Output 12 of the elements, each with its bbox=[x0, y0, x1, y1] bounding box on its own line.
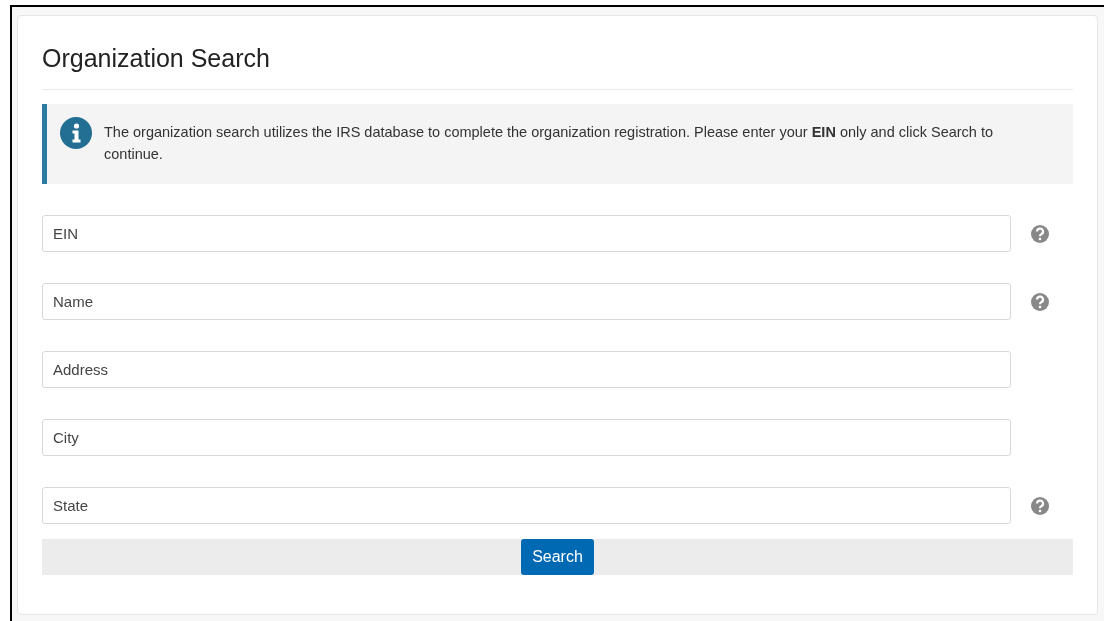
input-field[interactable]: Name bbox=[42, 283, 1011, 320]
page-title: Organization Search bbox=[42, 44, 1073, 90]
input-field[interactable]: State bbox=[42, 487, 1011, 524]
input-field[interactable]: EIN bbox=[42, 215, 1011, 252]
search-button[interactable]: Search bbox=[521, 539, 594, 575]
help-icon[interactable] bbox=[1030, 223, 1050, 244]
help-icon[interactable] bbox=[1030, 291, 1050, 312]
input-field[interactable]: Address bbox=[42, 351, 1011, 388]
help-icon[interactable] bbox=[1030, 495, 1050, 516]
notice-text: The organization search utilizes the IRS database to complete the organization registration. Please enter your EIN only and click Search to continue. bbox=[104, 123, 995, 164]
info-icon bbox=[60, 117, 92, 149]
input-field[interactable]: City bbox=[42, 419, 1011, 456]
